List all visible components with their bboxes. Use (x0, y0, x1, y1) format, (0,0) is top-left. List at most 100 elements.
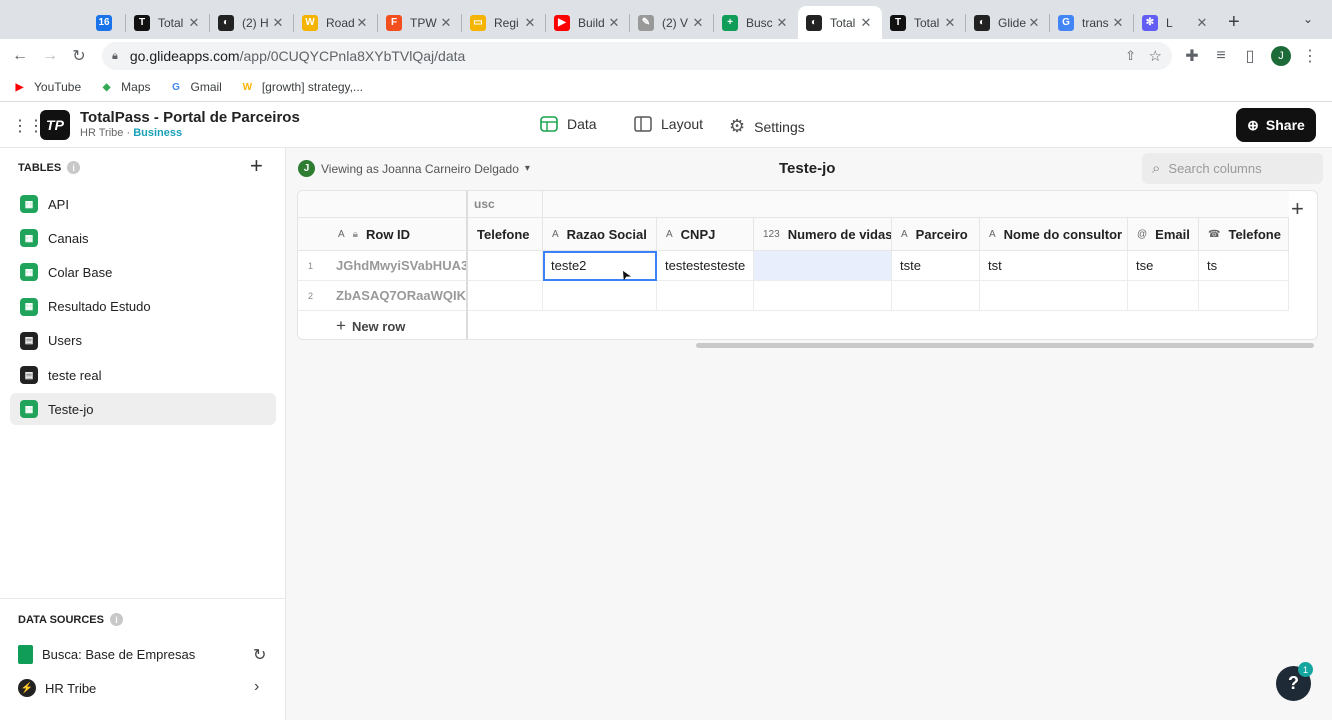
browser-tab[interactable]: ▭ Regi ✕ (462, 6, 546, 39)
refresh-icon[interactable]: ↻ (253, 645, 266, 665)
table-cell[interactable] (892, 281, 980, 311)
browser-tab[interactable]: ▶ Build ✕ (546, 6, 630, 39)
tab-layout[interactable]: Layout (634, 116, 703, 132)
close-icon[interactable]: ✕ (1110, 15, 1126, 31)
browser-menu-icon[interactable]: ⋮ (1298, 44, 1322, 68)
close-icon[interactable]: ✕ (690, 15, 706, 31)
sidebar-item-resultado-estudo[interactable]: ▦ Resultado Estudo (10, 291, 276, 323)
table-cell[interactable] (657, 281, 754, 311)
table-cell[interactable]: JGhdMwyiSVabHUA34 (298, 251, 468, 281)
share-page-icon[interactable]: ⇧ (1125, 48, 1136, 64)
browser-tab[interactable]: 16 (88, 6, 126, 39)
forward-icon[interactable]: → (38, 44, 62, 68)
sidebar-item-api[interactable]: ▦ API (10, 188, 276, 220)
bookmark-item[interactable]: ◆ Maps (99, 80, 151, 95)
sidebar-item-teste-real[interactable]: ▤ teste real (10, 359, 276, 391)
browser-tab[interactable]: ◐ (2) H ✕ (210, 6, 294, 39)
viewing-as-selector[interactable]: J Viewing as Joanna Carneiro Delgado ▾ (298, 160, 530, 177)
sheet-table-icon: ▦ (20, 297, 38, 316)
table-icon (540, 116, 558, 132)
sidebar-item-canais[interactable]: ▦ Canais (10, 222, 276, 254)
browser-tab[interactable]: ✻ L ✕ (1134, 6, 1218, 39)
table-cell[interactable]: tst (980, 251, 1128, 281)
table-cell[interactable]: ts (1199, 251, 1289, 281)
add-column-button[interactable]: + (1291, 196, 1304, 222)
sidebar-item-users[interactable]: ▤ Users (10, 325, 276, 357)
column-header-telefone[interactable]: ☎ Telefone (1199, 218, 1289, 251)
table-cell[interactable] (754, 251, 892, 281)
browser-tab[interactable]: Gtrans ✕ (1050, 6, 1134, 39)
table-cell[interactable] (754, 281, 892, 311)
table-cell[interactable] (1128, 281, 1199, 311)
sidebar-item-teste-jo[interactable]: ▦ Teste-jo (10, 393, 276, 426)
tab-list-icon[interactable]: ⌄ (1303, 12, 1313, 26)
close-icon[interactable]: ✕ (354, 15, 370, 31)
horizontal-scrollbar[interactable] (696, 343, 1314, 348)
column-header-nome-do-consultor[interactable]: A Nome do consultor (980, 218, 1128, 251)
app-header: ⋮⋮⋮ TP TotalPass - Portal de Parceiros H… (0, 102, 1332, 148)
share-button[interactable]: ⊕ Share (1236, 108, 1316, 142)
media-icon[interactable]: ≡ (1209, 44, 1233, 68)
column-header-parceiro[interactable]: A Parceiro (892, 218, 980, 251)
close-icon[interactable]: ✕ (270, 15, 286, 31)
close-icon[interactable]: ✕ (438, 15, 454, 31)
new-tab-button[interactable]: + (1228, 11, 1240, 34)
info-icon[interactable]: i (67, 161, 81, 174)
column-header-email[interactable]: @ Email (1128, 218, 1199, 251)
chevron-right-icon[interactable]: › (254, 678, 259, 696)
browser-tab[interactable]: + Busc ✕ (714, 6, 798, 39)
back-icon[interactable]: ← (8, 44, 32, 68)
table-cell[interactable]: testestesteste (657, 251, 754, 281)
source-busca[interactable]: Busca: Base de Empresas (18, 645, 195, 664)
close-icon[interactable]: ✕ (858, 15, 874, 31)
tab-divider (965, 14, 966, 32)
table-cell[interactable] (1199, 281, 1289, 311)
table-cell[interactable]: tste (892, 251, 980, 281)
bookmark-item[interactable]: W [growth] strategy,... (240, 80, 363, 95)
browser-tab[interactable]: F TPW ✕ (378, 6, 462, 39)
new-row-button[interactable]: + New row (336, 311, 405, 339)
sidepanel-icon[interactable]: ▯ (1238, 44, 1262, 68)
add-table-button[interactable]: + (250, 153, 263, 179)
table-cell[interactable] (543, 281, 657, 311)
column-type-icon: 123 (763, 228, 780, 240)
bookmark-item[interactable]: G Gmail (169, 80, 222, 95)
source-hr-tribe[interactable]: ⚡ HR Tribe (18, 679, 96, 697)
table-cell[interactable]: ZbASAQ7ORaaWQIK-I8 (298, 281, 468, 311)
column-search-input[interactable]: ⌕ Search columns (1142, 153, 1323, 184)
browser-tab[interactable]: W Road ✕ (294, 6, 378, 39)
column-header-telefone[interactable]: Telefone (468, 218, 543, 251)
sidebar-item-colar-base[interactable]: ▦ Colar Base (10, 256, 276, 288)
browser-tab[interactable]: T Total ✕ (882, 6, 966, 39)
close-icon[interactable]: ✕ (1026, 15, 1042, 31)
close-icon[interactable]: ✕ (606, 15, 622, 31)
close-icon[interactable]: ✕ (942, 15, 958, 31)
close-icon[interactable]: ✕ (186, 15, 202, 31)
table-cell[interactable] (468, 281, 543, 311)
address-bar[interactable]: 🔒︎ go.glideapps.com/app/0CUQYCPnla8XYbTV… (102, 42, 1172, 70)
reload-icon[interactable]: ↻ (67, 44, 91, 68)
profile-avatar[interactable]: J (1269, 44, 1293, 68)
table-cell[interactable]: teste2 (543, 251, 657, 281)
browser-tab[interactable]: ◐ Total ✕ (798, 6, 882, 39)
browser-tab[interactable]: ✎ (2) V ✕ (630, 6, 714, 39)
source-label: Busca: Base de Empresas (42, 647, 196, 662)
column-header-row-id[interactable]: A 🔒︎ Row ID (298, 218, 468, 251)
info-icon[interactable]: i (109, 613, 123, 626)
close-icon[interactable]: ✕ (774, 15, 790, 31)
bookmark-star-icon[interactable]: ☆ (1149, 47, 1162, 65)
column-header-razao-social[interactable]: A Razao Social (543, 218, 657, 251)
tab-data[interactable]: Data (540, 116, 597, 132)
table-cell[interactable] (980, 281, 1128, 311)
close-icon[interactable]: ✕ (522, 15, 538, 31)
tab-settings[interactable]: ⚙ Settings (729, 116, 805, 137)
close-icon[interactable]: ✕ (1194, 15, 1210, 31)
table-cell[interactable]: tse (1128, 251, 1199, 281)
browser-tab[interactable]: ◐ Glide ✕ (966, 6, 1050, 39)
browser-tab[interactable]: T Total ✕ (126, 6, 210, 39)
column-header-cnpj[interactable]: A CNPJ (657, 218, 754, 251)
bookmark-item[interactable]: ▶ YouTube (12, 80, 82, 95)
extensions-icon[interactable]: ✚ (1180, 44, 1204, 68)
column-header-numero-de-vidas[interactable]: 123 Numero de vidas (754, 218, 892, 251)
table-cell[interactable] (468, 251, 543, 281)
